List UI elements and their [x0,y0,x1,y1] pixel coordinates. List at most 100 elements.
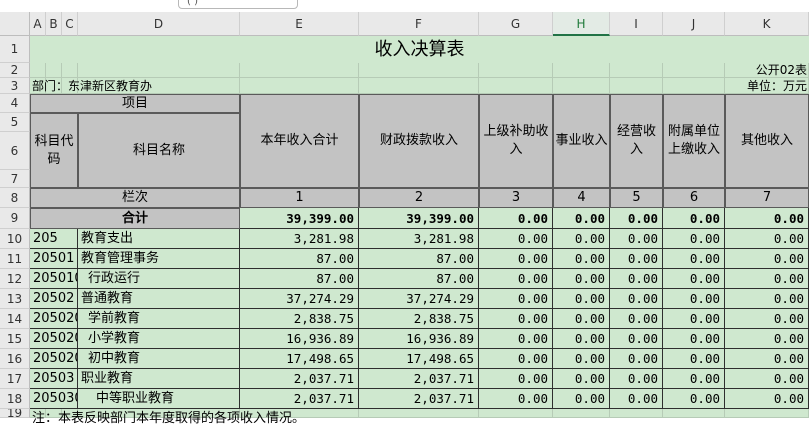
row-value: 87.00 [240,249,359,269]
row-header-5[interactable]: 5 [0,113,30,132]
sum-value: 0.00 [725,208,809,229]
row-header-17[interactable]: 17 [0,369,30,389]
row-header-16[interactable]: 16 [0,349,30,369]
header-code: 科目代码 [30,113,78,188]
row-header-12[interactable]: 12 [0,269,30,289]
rank-2: 2 [359,188,479,208]
row-value: 37,274.29 [359,289,479,309]
row-header-6[interactable]: 6 [0,132,30,170]
row-value: 37,274.29 [240,289,359,309]
row-value: 0.00 [725,249,809,269]
select-all-corner[interactable] [0,12,30,36]
row-value: 0.00 [610,369,663,389]
rank-3: 3 [479,188,553,208]
row-value: 0.00 [479,229,553,249]
report-code: 公开02表 [755,63,807,77]
row-name: 行政运行 [78,269,240,289]
row-value: 0.00 [479,389,553,409]
sum-value: 0.00 [663,208,725,229]
row-code: 2050101 [30,269,78,289]
row-value: 2,838.75 [359,309,479,329]
header-business: 事业收入 [553,94,610,188]
row-value: 0.00 [553,369,610,389]
sum-value: 39,399.00 [359,208,479,229]
row-value: 0.00 [553,229,610,249]
row-code: 2050203 [30,349,78,369]
formula-bar: ( ) [0,0,809,12]
column-header-d[interactable]: D [78,12,240,36]
row-header-9[interactable]: 9 [0,208,30,229]
row-header-3[interactable]: 3 [0,78,30,94]
row-header-11[interactable]: 11 [0,249,30,269]
row-value: 0.00 [725,309,809,329]
row-value: 87.00 [359,249,479,269]
row-value: 3,281.98 [359,229,479,249]
row-header-4[interactable]: 4 [0,94,30,113]
column-header-e[interactable]: E [240,12,359,36]
row-value: 0.00 [663,249,725,269]
header-item: 项目 [30,94,240,113]
column-header-j[interactable]: J [663,12,725,36]
row-value: 17,498.65 [240,349,359,369]
row-value: 0.00 [663,349,725,369]
row-code: 2050302 [30,389,78,409]
row-value: 17,498.65 [359,349,479,369]
row-value: 0.00 [663,309,725,329]
row-value: 0.00 [610,229,663,249]
row-value: 3,281.98 [240,229,359,249]
row-value: 0.00 [553,249,610,269]
report-note: 注：本表反映部门本年度取得的各项收入情况。 [32,411,306,426]
row-name: 职业教育 [78,369,240,389]
row-header-18[interactable]: 18 [0,389,30,409]
row-name: 教育支出 [78,229,240,249]
row-value: 0.00 [663,229,725,249]
row-value: 0.00 [553,289,610,309]
row-value: 0.00 [479,269,553,289]
row-value: 0.00 [479,369,553,389]
column-header-c[interactable]: C [62,12,78,36]
rank-7: 7 [725,188,809,208]
sum-value: 0.00 [610,208,663,229]
rank-6: 6 [663,188,725,208]
rank-5: 5 [610,188,663,208]
header-upper: 上级补助收入 [479,94,553,188]
row-value: 0.00 [663,389,725,409]
row-header-7[interactable]: 7 [0,170,30,188]
department-label: 部门：东津新区教育办 [32,79,153,93]
header-total: 本年收入合计 [240,94,359,188]
column-header-a[interactable]: A [30,12,46,36]
row-header-19[interactable]: 19 [0,409,30,418]
row-value: 0.00 [725,269,809,289]
row-value: 0.00 [610,349,663,369]
column-header-f[interactable]: F [359,12,479,36]
row-value: 0.00 [610,389,663,409]
column-header-h[interactable]: H [553,12,610,36]
header-operation: 经营收入 [610,94,663,188]
row-value: 0.00 [610,309,663,329]
row-value: 0.00 [610,249,663,269]
sum-value: 0.00 [553,208,610,229]
row-header-10[interactable]: 10 [0,229,30,249]
row-header-2[interactable]: 2 [0,63,30,78]
row-code: 20503 [30,369,78,389]
row-header-15[interactable]: 15 [0,329,30,349]
row-value: 0.00 [479,349,553,369]
row-header-14[interactable]: 14 [0,309,30,329]
row-name: 初中教育 [78,349,240,369]
row-value: 0.00 [610,269,663,289]
formula-input[interactable]: ( ) [178,0,298,9]
row-header-8[interactable]: 8 [0,188,30,208]
row-code: 2050202 [30,329,78,349]
row-value: 87.00 [240,269,359,289]
column-header-b[interactable]: B [46,12,62,36]
row-value: 0.00 [479,329,553,349]
column-header-k[interactable]: K [725,12,809,36]
header-name: 科目名称 [78,113,240,188]
row-value: 2,838.75 [240,309,359,329]
row-header-13[interactable]: 13 [0,289,30,309]
row-value: 0.00 [725,289,809,309]
row-value: 0.00 [553,309,610,329]
column-header-g[interactable]: G [479,12,553,36]
column-header-i[interactable]: I [610,12,663,36]
row-header-1[interactable]: 1 [0,36,30,63]
